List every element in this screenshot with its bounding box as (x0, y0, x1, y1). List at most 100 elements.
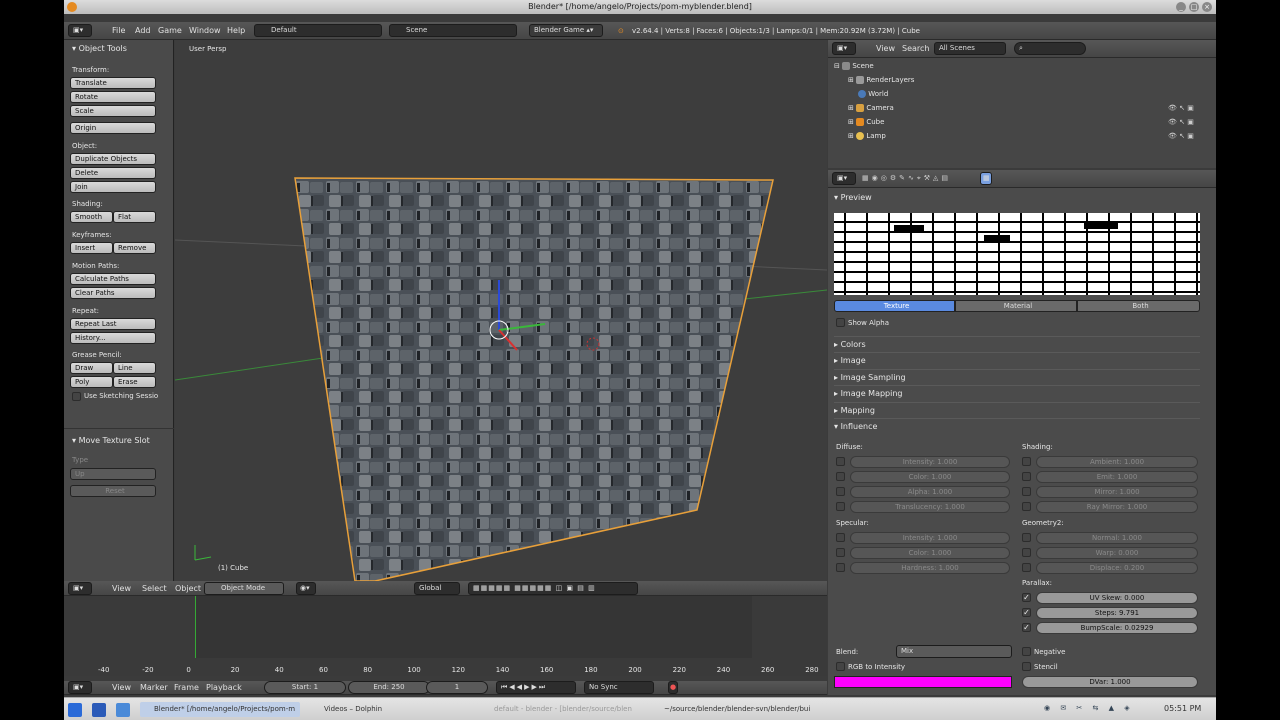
menu-add[interactable]: Add (135, 22, 151, 40)
preview-both-tab[interactable]: Both (1077, 300, 1200, 312)
ray-mirror-slider[interactable]: Ray Mirror: 1.000 (1036, 501, 1198, 513)
cube-mesh[interactable] (294, 177, 774, 581)
timeline-editor[interactable]: -40 -20 0 20 40 60 80 100 120 140 160 180 200 220 240 2… (64, 596, 827, 676)
property-context-tabs[interactable]: ▦◉◎⚙✎∿⌖⚒◬▤ (862, 174, 951, 183)
join-button[interactable]: Join (70, 181, 156, 193)
scale-button[interactable]: Scale (70, 105, 156, 117)
timeline-menu-playback[interactable]: Playback (206, 681, 242, 695)
image-mapping-panel-header[interactable]: ▸ Image Mapping (834, 385, 1200, 400)
start-frame-field[interactable]: Start: 1 (264, 681, 346, 694)
diffuse-intensity-checkbox[interactable] (836, 457, 845, 466)
warp-checkbox[interactable] (1022, 548, 1031, 557)
system-tray-icons[interactable]: ◉ ✉ ✂ ⇆ ▲ ◈ (1044, 704, 1134, 712)
steps-checkbox[interactable]: ✓ (1022, 608, 1031, 617)
colors-panel-header[interactable]: ▸ Colors (834, 336, 1200, 351)
emit-checkbox[interactable] (1022, 472, 1031, 481)
render-engine-selector[interactable]: Blender Game ▴▾ (529, 24, 603, 37)
draw-button[interactable]: Draw (70, 362, 113, 374)
rgb-to-intensity-checkbox[interactable] (836, 662, 845, 671)
operator-title-row[interactable]: ▾ Move Texture Slot (72, 436, 150, 445)
timeline-menu-view[interactable]: View (112, 681, 131, 695)
stencil-checkbox[interactable] (1022, 662, 1031, 671)
origin-button[interactable]: Origin (70, 122, 156, 134)
texture-context-icon[interactable]: ▦ (980, 172, 992, 185)
menu-game[interactable]: Game (158, 22, 182, 40)
normal-checkbox[interactable] (1022, 533, 1031, 542)
ambient-checkbox[interactable] (1022, 457, 1031, 466)
insert-keyframe-button[interactable]: Insert (70, 242, 113, 254)
displace-slider[interactable]: Displace: 0.200 (1036, 562, 1198, 574)
preview-panel-header[interactable]: ▾ Preview (834, 190, 1200, 205)
smooth-button[interactable]: Smooth (70, 211, 113, 223)
mapping-panel-header[interactable]: ▸ Mapping (834, 402, 1200, 417)
negative-checkbox[interactable] (1022, 647, 1031, 656)
outliner-row-renderlayers[interactable]: ⊞ RenderLayers (848, 76, 914, 84)
mirror-checkbox[interactable] (1022, 487, 1031, 496)
task-blender[interactable]: Blender* [/home/angelo/Projects/pom-m (140, 702, 300, 717)
shading-mode-icon[interactable]: ◉▾ (296, 582, 316, 595)
menu-file[interactable]: File (112, 22, 125, 40)
reset-button[interactable]: Reset (70, 485, 156, 497)
diffuse-color-slider[interactable]: Color: 1.000 (850, 471, 1010, 483)
bumpscale-checkbox[interactable]: ✓ (1022, 623, 1031, 632)
displace-checkbox[interactable] (1022, 563, 1031, 572)
clear-paths-button[interactable]: Clear Paths (70, 287, 156, 299)
file-manager-icon[interactable] (116, 703, 130, 717)
current-frame-field[interactable]: 1 (426, 681, 488, 694)
uv-skew-checkbox[interactable]: ✓ (1022, 593, 1031, 602)
playback-controls[interactable]: ⏮◀◀▶▶⏭ (496, 681, 576, 694)
use-sketching-checkbox[interactable] (72, 392, 81, 401)
timeline-menu-frame[interactable]: Frame (174, 681, 199, 695)
visibility-eye-icon[interactable]: 👁 ↖ ▣ (1168, 104, 1194, 112)
outliner-search-input[interactable]: ⌕ (1014, 42, 1086, 55)
dvar-slider[interactable]: DVar: 1.000 (1022, 676, 1198, 688)
outliner-editor-type-icon[interactable]: ▣▾ (832, 42, 856, 55)
outliner-row-scene[interactable]: ⊟ Scene (834, 62, 874, 70)
menu-window[interactable]: Window (189, 22, 221, 40)
bumpscale-slider[interactable]: BumpScale: 0.02929 (1036, 622, 1198, 634)
blend-mode-selector[interactable]: Mix (896, 645, 1012, 658)
hardness-slider[interactable]: Hardness: 1.000 (850, 562, 1010, 574)
outliner-row-lamp[interactable]: ⊞ Lamp (848, 132, 886, 140)
image-sampling-panel-header[interactable]: ▸ Image Sampling (834, 369, 1200, 384)
layer-buttons[interactable]: ▦▦▦▦▦ ▦▦▦▦▦ ◫ ▣ ▤ ▥ (468, 582, 638, 595)
repeat-last-button[interactable]: Repeat Last (70, 318, 156, 330)
emit-slider[interactable]: Emit: 1.000 (1036, 471, 1198, 483)
erase-button[interactable]: Erase (113, 376, 156, 388)
maximize-icon[interactable]: □ (1189, 2, 1199, 12)
outliner-menu-search[interactable]: Search (902, 40, 929, 58)
task-blender-source[interactable]: default - blender - [blender/source/blen (480, 702, 640, 717)
diffuse-color-checkbox[interactable] (836, 472, 845, 481)
ambient-slider[interactable]: Ambient: 1.000 (1036, 456, 1198, 468)
scene-selector[interactable]: Scene (389, 24, 517, 37)
uv-skew-slider[interactable]: UV Skew: 0.000 (1036, 592, 1198, 604)
timeline-editor-type-icon[interactable]: ▣▾ (68, 681, 92, 694)
diffuse-alpha-slider[interactable]: Alpha: 1.000 (850, 486, 1010, 498)
delete-button[interactable]: Delete (70, 167, 156, 179)
remove-keyframe-button[interactable]: Remove (113, 242, 156, 254)
outliner-row-cube[interactable]: ⊞ Cube (848, 118, 884, 126)
visibility-eye-icon[interactable]: 👁 ↖ ▣ (1168, 132, 1194, 140)
specular-intensity-slider[interactable]: Intensity: 1.000 (850, 532, 1010, 544)
timeline-menu-marker[interactable]: Marker (140, 681, 168, 695)
editor-type-icon[interactable]: ▣▾ (68, 24, 92, 37)
show-alpha-checkbox[interactable] (836, 318, 845, 327)
rotate-button[interactable]: Rotate (70, 91, 156, 103)
menu-help[interactable]: Help (227, 22, 245, 40)
diffuse-intensity-slider[interactable]: Intensity: 1.000 (850, 456, 1010, 468)
translate-button[interactable]: Translate (70, 77, 156, 89)
calculate-paths-button[interactable]: Calculate Paths (70, 273, 156, 285)
outliner-menu-view[interactable]: View (876, 40, 895, 58)
blend-color-swatch[interactable] (834, 676, 1012, 688)
viewport-editor-type-icon[interactable]: ▣▾ (68, 582, 92, 595)
specular-color-checkbox[interactable] (836, 548, 845, 557)
viewport-menu-select[interactable]: Select (142, 581, 167, 596)
steps-slider[interactable]: Steps: 9.791 (1036, 607, 1198, 619)
properties-editor-type-icon[interactable]: ▣▾ (832, 172, 856, 185)
orientation-selector[interactable]: Global (414, 582, 460, 595)
outliner-row-world[interactable]: World (858, 90, 888, 98)
outliner-row-camera[interactable]: ⊞ Camera (848, 104, 894, 112)
record-icon[interactable]: ● (668, 681, 678, 694)
sync-selector[interactable]: No Sync (584, 681, 654, 694)
duplicate-objects-button[interactable]: Duplicate Objects (70, 153, 156, 165)
